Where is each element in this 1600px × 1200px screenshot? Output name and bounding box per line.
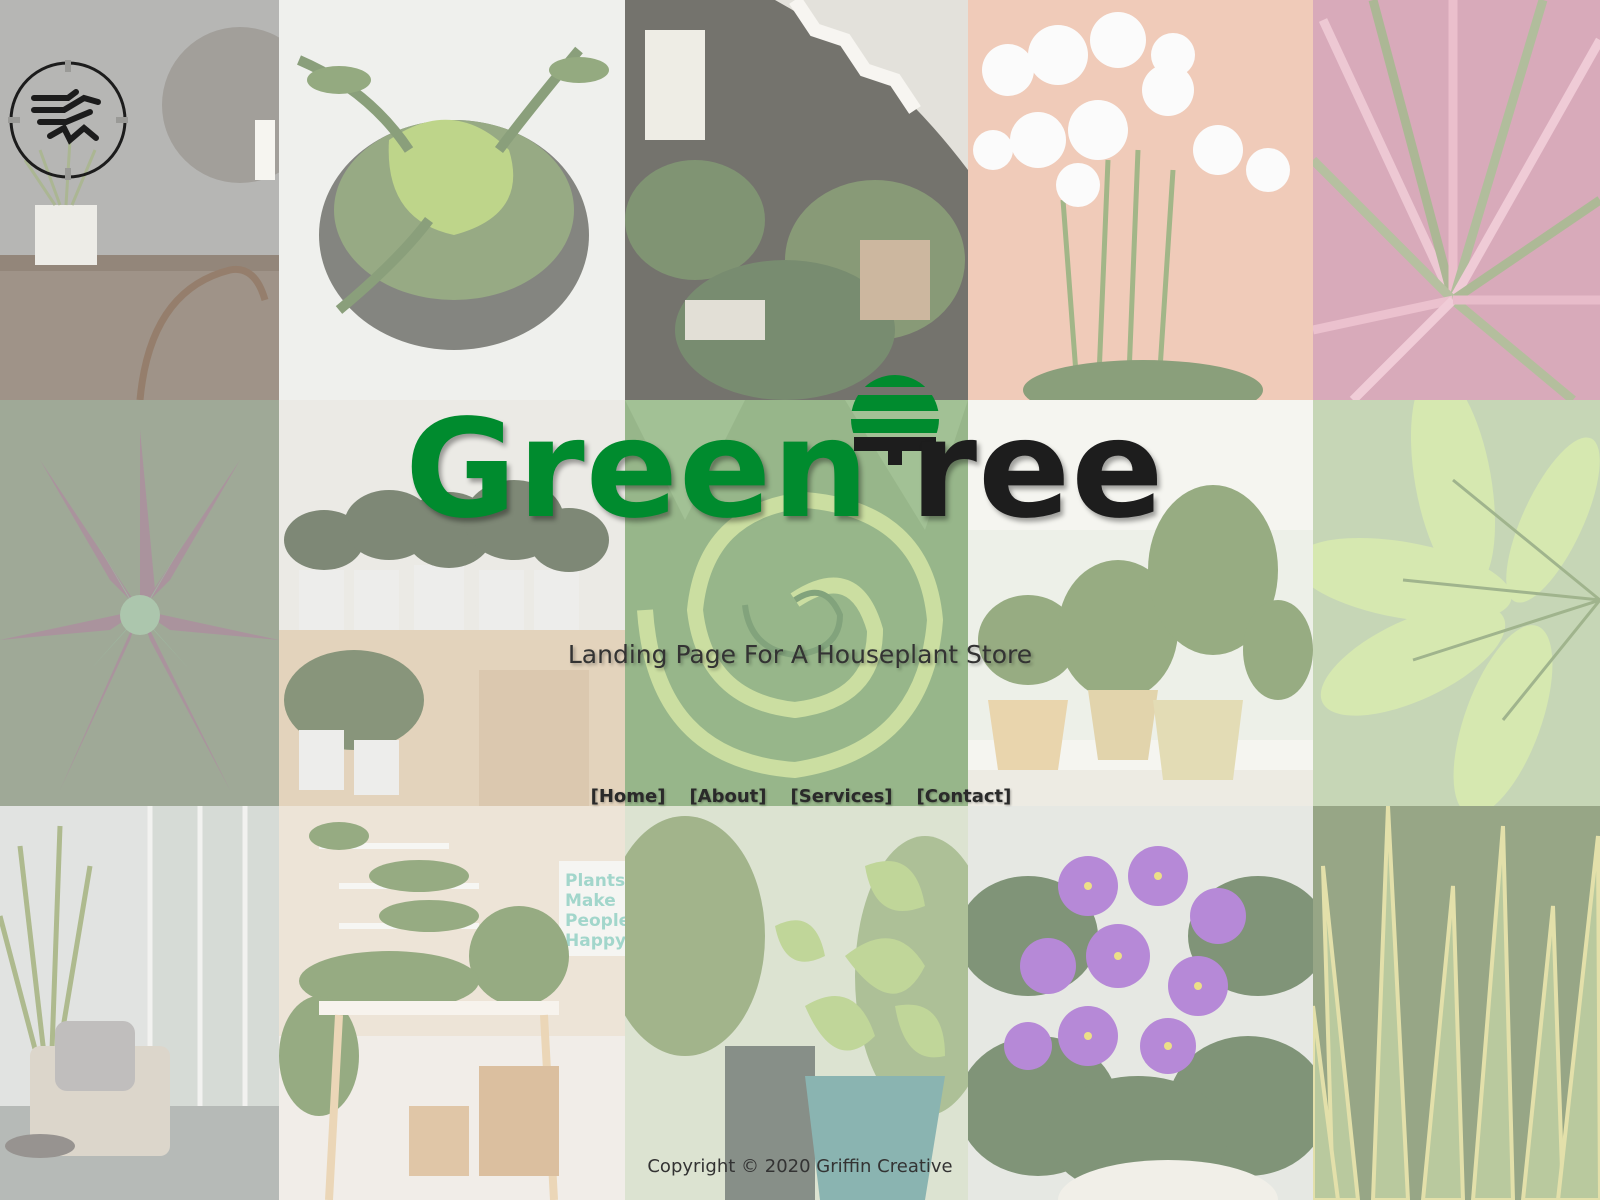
photo-tile-schefflera xyxy=(1313,400,1600,806)
photo-tile-plant-shop: Plants Make People Happy xyxy=(279,806,625,1200)
nav-link-services[interactable]: [Services] xyxy=(791,786,893,807)
photo-tile-plant-stairwell xyxy=(625,0,968,400)
photo-tile-living-room xyxy=(0,806,279,1200)
photo-tile-pothos xyxy=(625,806,968,1200)
shop-sign-text: Plants xyxy=(565,871,625,891)
brand-logo: Green ree xyxy=(405,375,1195,549)
brand-name-dark: ree xyxy=(910,391,1165,549)
svg-text:Happy: Happy xyxy=(565,931,625,951)
photo-tile-hanging-succulent xyxy=(279,0,625,400)
photo-tile-pink-dracaena xyxy=(1313,0,1600,400)
nav-link-about[interactable]: [About] xyxy=(689,786,766,807)
nav-link-home[interactable]: [Home] xyxy=(591,786,666,807)
svg-text:Make: Make xyxy=(565,891,616,911)
photo-tile-snake-plant xyxy=(1313,806,1600,1200)
svg-text:People: People xyxy=(565,911,625,931)
copyright-text: Copyright © 2020 Griffin Creative xyxy=(647,1156,953,1177)
photo-mosaic: Plants Make People Happy xyxy=(0,0,1600,1200)
tagline: Landing Page For A Houseplant Store xyxy=(567,640,1033,669)
photo-tile-purple-succulent xyxy=(0,400,279,806)
main-nav: [Home] [About] [Services] [Contact] xyxy=(0,786,1600,807)
nav-link-contact[interactable]: [Contact] xyxy=(917,786,1012,807)
brand-name-green: Green xyxy=(405,391,870,549)
griffin-circle-logo[interactable] xyxy=(6,58,130,182)
photo-tile-african-violet xyxy=(968,806,1313,1200)
photo-tile-white-orchid xyxy=(968,0,1313,400)
